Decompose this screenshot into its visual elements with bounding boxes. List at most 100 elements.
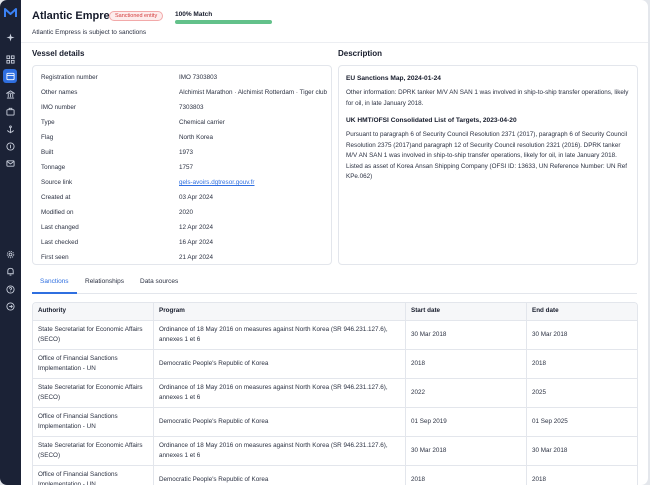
vessel-row: Built 1973 <box>41 147 323 162</box>
match-label: 100% Match <box>175 11 213 18</box>
vessel-row-value: 2020 <box>179 209 194 216</box>
vessel-row: Tonnage 1757 <box>41 162 323 177</box>
dashboard-icon[interactable] <box>3 69 17 83</box>
source-link[interactable]: gels-avoirs.dgtresor.gouv.fr <box>179 179 254 186</box>
end-date-cell: 01 Sep 2025 <box>532 417 568 425</box>
vessel-row-value: 16 Apr 2024 <box>179 239 213 246</box>
vessel-row-key: Last changed <box>41 224 79 231</box>
bank-icon[interactable] <box>3 87 17 101</box>
app-window: Atlantic Empress Sanctioned entity Atlan… <box>0 0 648 485</box>
table-header: Authority Program Start date End date <box>33 303 637 321</box>
vessel-row-key: Other names <box>41 89 78 96</box>
program-cell: Ordinance of 18 May 2016 on measures aga… <box>154 379 406 407</box>
table-row[interactable]: State Secretariat for Economic Affairs (… <box>33 321 637 350</box>
program-cell: Democratic People's Republic of Korea <box>154 466 406 485</box>
anchor-icon[interactable] <box>3 122 17 136</box>
logout-icon[interactable] <box>3 299 17 313</box>
column-header-start-date[interactable]: Start date <box>406 303 527 320</box>
vessel-row: First seen 21 Apr 2024 <box>41 252 323 267</box>
vessel-row: Flag North Korea <box>41 132 323 147</box>
description-card: EU Sanctions Map, 2024-01-24 Other infor… <box>338 65 638 265</box>
coin-icon[interactable] <box>3 139 17 153</box>
vessel-row: Registration number IMO 7303803 <box>41 72 323 87</box>
tab-sanctions[interactable]: Sanctions <box>40 278 69 285</box>
vessel-row-value: 12 Apr 2024 <box>179 224 213 231</box>
vessel-row-key: Created at <box>41 194 71 201</box>
description-title: Description <box>338 49 383 58</box>
vessel-row-key: Built <box>41 149 54 156</box>
program-cell: Democratic People's Republic of Korea <box>154 408 406 436</box>
entity-subtitle: Atlantic Empress is subject to sanctions <box>32 29 147 36</box>
start-date-cell: 30 Mar 2018 <box>406 437 527 465</box>
vessel-row-value: Alchimist Marathon · Alchimist Rotterdam… <box>179 89 328 96</box>
end-date-cell: 2018 <box>532 475 547 483</box>
bell-icon[interactable] <box>3 264 17 278</box>
end-date-cell: 2018 <box>532 359 547 367</box>
table-row[interactable]: State Secretariat for Economic Affairs (… <box>33 437 637 466</box>
vessel-row: Last checked 16 Apr 2024 <box>41 237 323 252</box>
start-date-cell: 2018 <box>406 466 527 485</box>
description-entry-text: Pursuant to paragraph 6 of Security Coun… <box>346 131 628 180</box>
table-row[interactable]: Office of Financial Sanctions Implementa… <box>33 466 637 485</box>
main-content: Atlantic Empress Sanctioned entity Atlan… <box>21 0 648 485</box>
table-row[interactable]: State Secretariat for Economic Affairs (… <box>33 379 637 408</box>
start-date-cell: 2018 <box>406 350 527 378</box>
tab-data-sources[interactable]: Data sources <box>140 278 178 285</box>
vessel-row-key: Modified on <box>41 209 74 216</box>
vessel-row: Modified on 2020 <box>41 207 323 222</box>
program-cell: Ordinance of 18 May 2016 on measures aga… <box>154 321 406 349</box>
match-progress-bar <box>175 20 272 24</box>
authority-cell: State Secretariat for Economic Affairs (… <box>33 379 154 407</box>
column-header-end-date[interactable]: End date <box>527 303 637 320</box>
authority-cell: State Secretariat for Economic Affairs (… <box>33 321 154 349</box>
sparkle-icon[interactable] <box>3 30 17 44</box>
program-cell: Ordinance of 18 May 2016 on measures aga… <box>154 437 406 465</box>
settings-icon[interactable] <box>3 247 17 261</box>
column-header-authority[interactable]: Authority <box>33 303 154 320</box>
authority-cell: Office of Financial Sanctions Implementa… <box>33 466 154 485</box>
sanctions-table: Authority Program Start date End date St… <box>32 302 638 485</box>
vessel-row: Source link gels-avoirs.dgtresor.gouv.fr <box>41 177 323 192</box>
start-date-cell: 01 Sep 2019 <box>406 408 527 436</box>
help-icon[interactable] <box>3 282 17 296</box>
logo-icon[interactable] <box>4 7 17 18</box>
description-entry-title: EU Sanctions Map, 2024-01-24 <box>346 75 441 82</box>
program-cell: Democratic People's Republic of Korea <box>154 350 406 378</box>
vessel-row-key: Flag <box>41 134 54 141</box>
entity-header: Atlantic Empress Sanctioned entity Atlan… <box>21 0 648 43</box>
end-date-cell: 30 Mar 2018 <box>532 446 568 454</box>
grid-icon[interactable] <box>3 52 17 66</box>
vessel-row-value: Chemical carrier <box>179 119 225 126</box>
vessel-row: Last changed 12 Apr 2024 <box>41 222 323 237</box>
column-header-program[interactable]: Program <box>154 303 406 320</box>
start-date-cell: 30 Mar 2018 <box>406 321 527 349</box>
match-progress-fill <box>175 20 272 24</box>
authority-cell: State Secretariat for Economic Affairs (… <box>33 437 154 465</box>
vessel-row-value: 7303803 <box>179 104 204 111</box>
vessel-row-value: 1973 <box>179 149 194 156</box>
tab-relationships[interactable]: Relationships <box>85 278 124 285</box>
vessel-row-value: 1757 <box>179 164 194 171</box>
sidebar-rail <box>0 0 21 485</box>
vessel-row-key: First seen <box>41 254 69 261</box>
authority-cell: Office of Financial Sanctions Implementa… <box>33 350 154 378</box>
detail-tabs: Sanctions Relationships Data sources <box>32 273 637 294</box>
vessel-row: Other names Alchimist Marathon · Alchimis… <box>41 87 327 102</box>
vessel-details-title: Vessel details <box>32 49 85 58</box>
end-date-cell: 30 Mar 2018 <box>532 330 568 338</box>
start-date-cell: 2022 <box>406 379 527 407</box>
vessel-details-card: Registration number IMO 7303803 Other nam… <box>32 65 332 265</box>
vessel-row-value: North Korea <box>179 134 213 141</box>
table-row[interactable]: Office of Financial Sanctions Implementa… <box>33 350 637 379</box>
vessel-row-key: Type <box>41 119 55 126</box>
end-date-cell: 2025 <box>532 388 547 396</box>
vessel-row: IMO number 7303803 <box>41 102 323 117</box>
status-badge: Sanctioned entity <box>109 11 164 21</box>
vessel-row-key: Source link <box>41 179 73 186</box>
active-tab-indicator <box>32 292 77 294</box>
table-row[interactable]: Office of Financial Sanctions Implementa… <box>33 408 637 437</box>
vessel-row-key: IMO number <box>41 104 76 111</box>
vessel-row-value: 03 Apr 2024 <box>179 194 213 201</box>
briefcase-icon[interactable] <box>3 104 17 118</box>
mail-icon[interactable] <box>3 156 17 170</box>
